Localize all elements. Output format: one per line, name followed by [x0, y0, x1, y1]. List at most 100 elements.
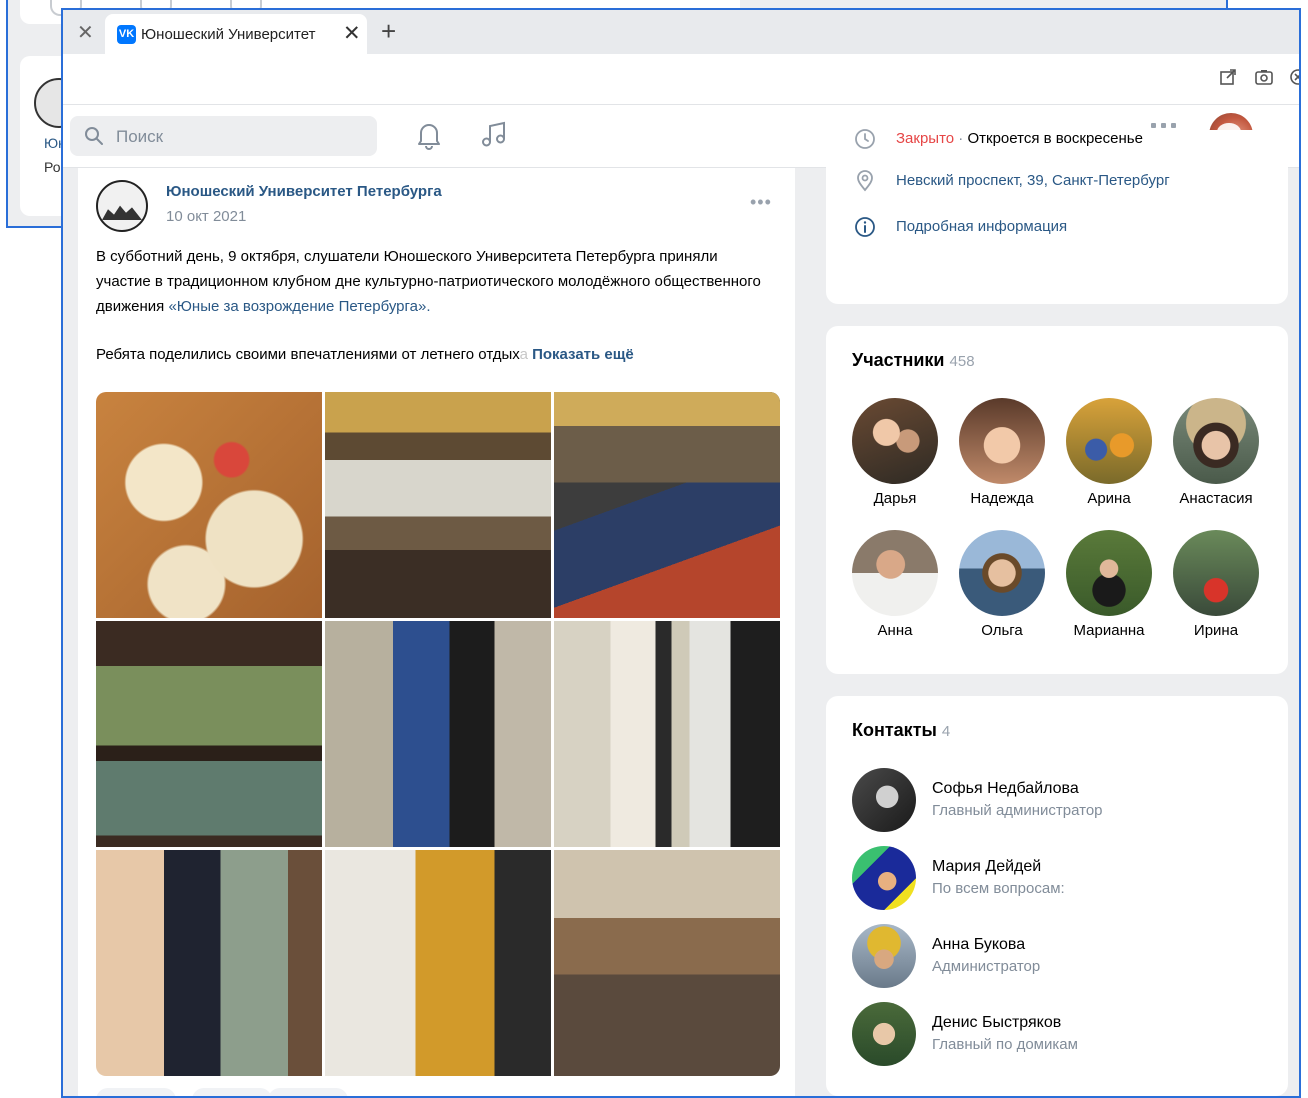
- member-avatar: [1066, 530, 1152, 616]
- background-text-fragment: Ро: [44, 159, 61, 175]
- contacts-card: Контакты 4 Софья Недбайлова Главный адми…: [826, 696, 1288, 1096]
- contact-avatar: [852, 846, 916, 910]
- community-info-card: Закрыто · Откроется в воскресенье Невски…: [826, 129, 1288, 304]
- member-item[interactable]: Ольга: [952, 530, 1052, 639]
- members-title-text: Участники: [852, 350, 945, 370]
- address-link[interactable]: Невский проспект, 39, Санкт-Петербург: [896, 172, 1170, 189]
- member-item[interactable]: Ирина: [1166, 530, 1266, 639]
- vk-favicon-icon: VK: [117, 25, 136, 44]
- search-icon: [85, 127, 103, 145]
- member-item[interactable]: Анастасия: [1166, 398, 1266, 507]
- location-pin-icon: [857, 170, 873, 192]
- browser-window: ✕ VK Юношеский Университет ✕ + Поиск Юно…: [61, 8, 1301, 1098]
- members-card: Участники 458 Дарья Надежда Арина Анаста…: [826, 326, 1288, 674]
- member-avatar: [959, 398, 1045, 484]
- member-name: Марианна: [1073, 622, 1145, 639]
- member-name: Надежда: [970, 490, 1034, 507]
- show-more-link[interactable]: Показать ещё: [532, 346, 634, 363]
- photo-grid: [96, 392, 780, 1076]
- details-link[interactable]: Подробная информация: [896, 218, 1067, 235]
- photo-8[interactable]: [325, 850, 551, 1076]
- members-count: 458: [949, 353, 975, 370]
- screenshot-icon[interactable]: [1255, 68, 1273, 86]
- post-text-fade: а: [519, 346, 528, 363]
- post-text-second-main: Ребята поделились своими впечатлениями о…: [96, 346, 520, 363]
- contact-item[interactable]: Софья Недбайлова Главный администратор: [852, 768, 1272, 834]
- contact-avatar: [852, 924, 916, 988]
- photo-9[interactable]: [554, 850, 780, 1076]
- contacts-title[interactable]: Контакты 4: [852, 720, 950, 741]
- search-box[interactable]: [70, 116, 377, 158]
- tab-vk-community[interactable]: VK Юношеский Университет ✕: [105, 14, 367, 54]
- status-open: Откроется в воскресенье: [967, 130, 1143, 147]
- member-avatar: [1173, 530, 1259, 616]
- members-title[interactable]: Участники 458: [852, 350, 975, 371]
- search-input[interactable]: [114, 116, 368, 158]
- bell-icon[interactable]: [415, 120, 443, 150]
- contact-role: Администратор: [932, 958, 1041, 975]
- contact-name: Мария Дейдей: [932, 858, 1042, 875]
- contact-avatar: [852, 768, 916, 832]
- community-avatar[interactable]: [96, 180, 148, 232]
- status-closed: Закрыто: [896, 130, 955, 147]
- member-name: Дарья: [873, 490, 917, 507]
- comment-button[interactable]: [192, 1088, 272, 1096]
- contact-role: Главный по домикам: [932, 1036, 1078, 1053]
- photo-1[interactable]: [96, 392, 322, 618]
- browser-toolbar: [63, 54, 1299, 105]
- member-avatar: [1066, 398, 1152, 484]
- member-name: Ирина: [1193, 622, 1239, 639]
- post-hashtag-link[interactable]: «Юные за возрождение Петербурга».: [168, 298, 430, 315]
- contact-role: По всем вопросам:: [932, 880, 1065, 897]
- tab-close-icon[interactable]: ✕: [343, 21, 361, 46]
- tab-title: Юношеский Университет: [141, 26, 316, 43]
- contact-name: Денис Быстряков: [932, 1014, 1062, 1031]
- close-icon[interactable]: ✕: [77, 20, 94, 45]
- member-item[interactable]: Дарья: [845, 398, 945, 507]
- member-item[interactable]: Арина: [1059, 398, 1159, 507]
- contacts-title-text: Контакты: [852, 720, 937, 740]
- member-name: Ольга: [981, 622, 1023, 639]
- contacts-count: 4: [941, 723, 951, 740]
- like-button[interactable]: [96, 1088, 176, 1096]
- photo-5[interactable]: [325, 621, 551, 847]
- member-name: Анастасия: [1179, 490, 1253, 507]
- new-tab-icon[interactable]: +: [381, 16, 396, 47]
- contact-name: Анна Букова: [932, 936, 1026, 953]
- contact-item[interactable]: Мария Дейдей По всем вопросам:: [852, 846, 1272, 912]
- member-avatar: [959, 530, 1045, 616]
- post-text-second: Ребята поделились своими впечатлениями о…: [96, 346, 776, 363]
- close-panel-icon[interactable]: [1289, 68, 1301, 86]
- photo-7[interactable]: [96, 850, 322, 1076]
- status-separator: ·: [954, 130, 968, 147]
- post-date[interactable]: 10 окт 2021: [166, 208, 246, 225]
- clock-icon: [855, 129, 875, 149]
- member-item[interactable]: Марианна: [1059, 530, 1159, 639]
- more-icon[interactable]: •••: [750, 192, 772, 213]
- photo-2[interactable]: [325, 392, 551, 618]
- contact-item[interactable]: Анна Букова Администратор: [852, 924, 1272, 990]
- post-author-link[interactable]: Юношеский Университет Петербурга: [166, 183, 442, 200]
- contact-role: Главный администратор: [932, 802, 1103, 819]
- music-icon[interactable]: [479, 120, 509, 150]
- contact-item[interactable]: Денис Быстряков Главный по домикам: [852, 1002, 1272, 1068]
- member-item[interactable]: Надежда: [952, 398, 1052, 507]
- member-item[interactable]: Анна: [845, 530, 945, 639]
- info-icon: [855, 217, 875, 237]
- member-avatar: [852, 398, 938, 484]
- photo-3[interactable]: [554, 392, 780, 618]
- share-button[interactable]: [268, 1088, 348, 1096]
- contact-avatar: [852, 1002, 916, 1066]
- wall-post: Юношеский Университет Петербурга 10 окт …: [78, 168, 795, 1096]
- member-name: Арина: [1087, 490, 1131, 507]
- opening-status: Закрыто · Откроется в воскресенье: [896, 130, 1143, 147]
- contact-name: Софья Недбайлова: [932, 780, 1079, 797]
- member-avatar: [852, 530, 938, 616]
- photo-6[interactable]: [554, 621, 780, 847]
- share-icon[interactable]: [1219, 68, 1237, 86]
- post-text: В субботний день, 9 октября, слушатели Ю…: [96, 244, 766, 319]
- photo-4[interactable]: [96, 621, 322, 847]
- member-avatar: [1173, 398, 1259, 484]
- member-name: Анна: [877, 622, 913, 639]
- tab-bar: ✕ VK Юношеский Университет ✕ +: [63, 10, 1299, 54]
